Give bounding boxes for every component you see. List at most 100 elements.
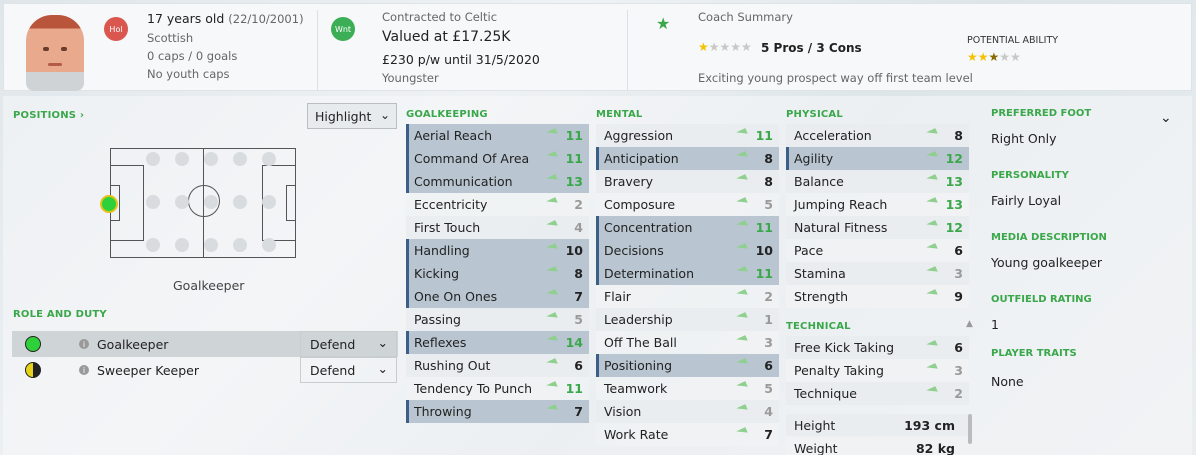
- role-row-goalkeeper[interactable]: i Goalkeeper Defend ⌄: [12, 331, 398, 357]
- attribute-row[interactable]: Communication 13: [406, 170, 589, 193]
- attribute-name: Penalty Taking: [794, 363, 884, 378]
- attribute-name: Bravery: [604, 174, 653, 189]
- scrollbar[interactable]: [968, 414, 972, 444]
- chevron-down-icon[interactable]: ⌄: [1160, 110, 1172, 126]
- attribute-value: 3: [954, 266, 963, 281]
- attribute-value: 6: [954, 340, 963, 355]
- attribute-row[interactable]: Composure 5: [596, 193, 779, 216]
- attribute-name: Stamina: [794, 266, 846, 281]
- pitch-position-dot: [204, 195, 218, 209]
- attribute-value: 14: [565, 335, 583, 350]
- attribute-row[interactable]: Command Of Area 11: [406, 147, 589, 170]
- attribute-value: 11: [565, 151, 583, 166]
- pitch-position-dot: [262, 195, 276, 209]
- attribute-row[interactable]: Kicking 8: [406, 262, 589, 285]
- attribute-row[interactable]: Concentration 11: [596, 216, 779, 239]
- attribute-name: Flair: [604, 289, 631, 304]
- attribute-row[interactable]: Flair 2: [596, 285, 779, 308]
- attribute-row[interactable]: Acceleration 8: [786, 124, 969, 147]
- attribute-value: 11: [565, 381, 583, 396]
- attribute-name: First Touch: [414, 220, 481, 235]
- attribute-row[interactable]: Technique 2: [786, 382, 969, 405]
- holiday-badge[interactable]: Hol: [104, 17, 128, 41]
- player-traits-label: PLAYER TRAITS: [991, 348, 1077, 359]
- attribute-row[interactable]: Aggression 11: [596, 124, 779, 147]
- weight-row: Weight 82 kg: [786, 437, 969, 455]
- attribute-row[interactable]: Pace 6: [786, 239, 969, 262]
- attribute-row[interactable]: Strength 9: [786, 285, 969, 308]
- attribute-row[interactable]: Agility 12: [786, 147, 969, 170]
- attribute-row[interactable]: Bravery 8: [596, 170, 779, 193]
- attribute-row[interactable]: One On Ones 7: [406, 285, 589, 308]
- attribute-row[interactable]: Decisions 10: [596, 239, 779, 262]
- attribute-name: Free Kick Taking: [794, 340, 895, 355]
- height-value: 193 cm: [904, 417, 955, 433]
- attribute-row[interactable]: Balance 13: [786, 170, 969, 193]
- highlight-dropdown[interactable]: Highlight ⌄: [307, 103, 397, 129]
- attribute-row[interactable]: Teamwork 5: [596, 377, 779, 400]
- attribute-row[interactable]: Natural Fitness 12: [786, 216, 969, 239]
- attribute-row[interactable]: First Touch 4: [406, 216, 589, 239]
- pitch-position-dot: [233, 195, 247, 209]
- role-dot-icon: [25, 362, 41, 378]
- collapse-icon[interactable]: ▲: [966, 319, 973, 329]
- attribute-row[interactable]: Jumping Reach 13: [786, 193, 969, 216]
- attribute-row[interactable]: Rushing Out 6: [406, 354, 589, 377]
- duty-dropdown[interactable]: Defend ⌄: [300, 357, 397, 383]
- attribute-name: Strength: [794, 289, 849, 304]
- attribute-value: 13: [945, 174, 963, 189]
- attribute-row[interactable]: Tendency To Punch 11: [406, 377, 589, 400]
- attribute-value: 6: [954, 243, 963, 258]
- positions-title[interactable]: POSITIONS ›: [13, 110, 84, 121]
- attribute-name: Determination: [604, 266, 695, 281]
- outfield-rating: 1: [991, 317, 999, 332]
- attribute-row[interactable]: Penalty Taking 3: [786, 359, 969, 382]
- attribute-row[interactable]: Passing 5: [406, 308, 589, 331]
- info-icon[interactable]: i: [79, 365, 89, 375]
- attribute-value: 11: [755, 128, 773, 143]
- attribute-row[interactable]: Anticipation 8: [596, 147, 779, 170]
- attribute-row[interactable]: Eccentricity 2: [406, 193, 589, 216]
- pitch-position-dot: [262, 238, 276, 252]
- player-traits: None: [991, 374, 1024, 389]
- attribute-row[interactable]: Work Rate 7: [596, 423, 779, 446]
- attribute-value: 13: [565, 174, 583, 189]
- attribute-row[interactable]: Free Kick Taking 6: [786, 336, 969, 359]
- attribute-row[interactable]: Vision 4: [596, 400, 779, 423]
- attribute-row[interactable]: Reflexes 14: [406, 331, 589, 354]
- attribute-name: Leadership: [604, 312, 673, 327]
- attribute-name: Off The Ball: [604, 335, 677, 350]
- attribute-value: 11: [565, 128, 583, 143]
- attribute-value: 7: [574, 289, 583, 304]
- attribute-row[interactable]: Stamina 3: [786, 262, 969, 285]
- personality-label: PERSONALITY: [991, 170, 1069, 181]
- role-row-sweeper-keeper[interactable]: i Sweeper Keeper Defend ⌄: [12, 357, 398, 383]
- attribute-row[interactable]: Positioning 6: [596, 354, 779, 377]
- attribute-row[interactable]: Throwing 7: [406, 400, 589, 423]
- attribute-name: Communication: [414, 174, 513, 189]
- role-name: Sweeper Keeper: [97, 362, 199, 378]
- pros-cons[interactable]: 5 Pros / 3 Cons: [761, 41, 862, 55]
- attribute-value: 8: [954, 128, 963, 143]
- attribute-row[interactable]: Handling 10: [406, 239, 589, 262]
- attribute-row[interactable]: Determination 11: [596, 262, 779, 285]
- wage-contract: £230 p/w until 31/5/2020: [382, 52, 540, 67]
- attribute-value: 7: [764, 427, 773, 442]
- duty-dropdown[interactable]: Defend ⌄: [300, 331, 397, 357]
- divider: [317, 10, 318, 90]
- attribute-row[interactable]: Leadership 1: [596, 308, 779, 331]
- squad-status: Youngster: [382, 71, 439, 85]
- attribute-value: 2: [954, 386, 963, 401]
- info-icon[interactable]: i: [79, 339, 89, 349]
- wanted-badge[interactable]: Wnt: [331, 17, 355, 41]
- technical-attributes: Free Kick Taking 6 Penalty Taking 3 Techniqu…: [786, 336, 969, 405]
- contract-status: Contracted to Celtic: [382, 10, 498, 24]
- attribute-row[interactable]: Off The Ball 3: [596, 331, 779, 354]
- outfield-rating-label: OUTFIELD RATING: [991, 294, 1092, 305]
- chevron-down-icon: ⌄: [377, 335, 388, 350]
- attribute-row[interactable]: Aerial Reach 11: [406, 124, 589, 147]
- attribute-name: Agility: [794, 151, 834, 166]
- chevron-down-icon: ⌄: [379, 108, 390, 122]
- attribute-value: 5: [764, 197, 773, 212]
- attribute-value: 8: [574, 266, 583, 281]
